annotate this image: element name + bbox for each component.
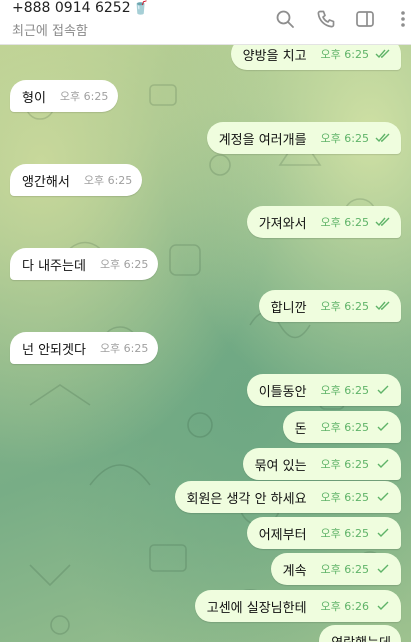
more-vertical-icon[interactable]: [393, 9, 411, 29]
message-time: 오후 6:25: [320, 563, 369, 576]
message-outgoing[interactable]: 이틀동안 오후 6:25: [246, 374, 401, 406]
message-text: 넌 안되겟다: [22, 342, 86, 358]
message-text: 묶여 있는: [254, 458, 307, 474]
message-time: 오후 6:25: [83, 174, 133, 187]
message-text: 고센에 실장님한테: [206, 600, 307, 616]
message-text: 다 내주는데: [22, 258, 86, 274]
single-check-sent-icon: [377, 564, 389, 573]
message-outgoing[interactable]: 회원은 생각 안 하세요 오후 6:25: [174, 481, 401, 513]
chat-header: +888 0914 6252 🥤 최근에 접속함: [0, 0, 411, 45]
message-text: 앵간해서: [22, 174, 70, 190]
message-time: 오후 6:25: [320, 491, 369, 504]
message-time: 오후 6:25: [320, 421, 369, 434]
chat-area[interactable]: 양방을 치고 오후 6:25 형이 오후 6:25 계정을 여러개를 오후 6:…: [0, 45, 411, 642]
message-time: 오후 6:25: [99, 342, 149, 355]
message-incoming[interactable]: 넌 안되겟다 오후 6:25: [10, 332, 159, 364]
message-text: 연락했는데: [331, 632, 391, 642]
contact-name-text: +888 0914 6252: [12, 0, 131, 16]
message-text: 합니깐: [270, 300, 307, 316]
single-check-sent-icon: [377, 422, 389, 431]
double-check-read-icon: [375, 217, 390, 227]
last-seen-status: 최근에 접속함: [12, 24, 88, 39]
phone-icon[interactable]: [316, 9, 336, 29]
message-incoming[interactable]: 앵간해서 오후 6:25: [10, 164, 143, 196]
message-time: 오후 6:25: [59, 90, 109, 103]
contact-name[interactable]: +888 0914 6252 🥤: [12, 0, 149, 16]
message-time: 오후 6:25: [320, 300, 369, 313]
message-outgoing[interactable]: 연락했는데: [319, 625, 401, 642]
message-text: 이틀동안: [258, 384, 307, 400]
single-check-sent-icon: [377, 492, 389, 501]
message-text: 양방을 치고: [242, 48, 307, 64]
message-text: 돈: [294, 421, 307, 437]
double-check-read-icon: [375, 133, 390, 143]
double-check-read-icon: [375, 49, 390, 59]
message-incoming[interactable]: 다 내주는데 오후 6:25: [10, 248, 159, 280]
single-check-sent-icon: [377, 528, 389, 537]
message-text: 어제부터: [258, 527, 307, 543]
message-text: 회원은 생각 안 하세요: [186, 491, 307, 507]
message-outgoing[interactable]: 합니깐 오후 6:25: [258, 290, 401, 322]
message-outgoing[interactable]: 묶여 있는 오후 6:25: [242, 448, 401, 480]
search-icon[interactable]: [275, 9, 295, 29]
single-check-sent-icon: [377, 459, 389, 468]
message-time: 오후 6:25: [320, 527, 369, 540]
single-check-sent-icon: [377, 385, 389, 394]
message-outgoing[interactable]: 계속 오후 6:25: [270, 553, 401, 585]
message-outgoing[interactable]: 계정을 여러개를 오후 6:25: [206, 122, 401, 154]
message-outgoing[interactable]: 양방을 치고 오후 6:25: [230, 45, 401, 70]
message-text: 계정을 여러개를: [218, 132, 307, 148]
message-text: 형이: [22, 90, 46, 106]
message-time: 오후 6:25: [320, 48, 369, 61]
emoji-status-icon: 🥤: [132, 1, 149, 16]
message-incoming[interactable]: 형이 오후 6:25: [10, 80, 119, 112]
message-outgoing[interactable]: 돈 오후 6:25: [282, 411, 401, 443]
message-time: 오후 6:25: [99, 258, 149, 271]
message-outgoing[interactable]: 고센에 실장님한테 오후 6:26: [194, 590, 401, 622]
single-check-sent-icon: [377, 601, 389, 610]
message-time: 오후 6:25: [320, 216, 369, 229]
double-check-read-icon: [375, 301, 390, 311]
message-text: 계속: [282, 563, 307, 579]
message-outgoing[interactable]: 어제부터 오후 6:25: [246, 517, 401, 549]
message-outgoing[interactable]: 가져와서 오후 6:25: [246, 206, 401, 238]
message-text: 가져와서: [258, 216, 307, 232]
message-time: 오후 6:26: [320, 600, 369, 613]
message-time: 오후 6:25: [320, 384, 369, 397]
message-time: 오후 6:25: [320, 458, 369, 471]
sidebar-toggle-icon[interactable]: [355, 9, 375, 29]
message-time: 오후 6:25: [320, 132, 369, 145]
